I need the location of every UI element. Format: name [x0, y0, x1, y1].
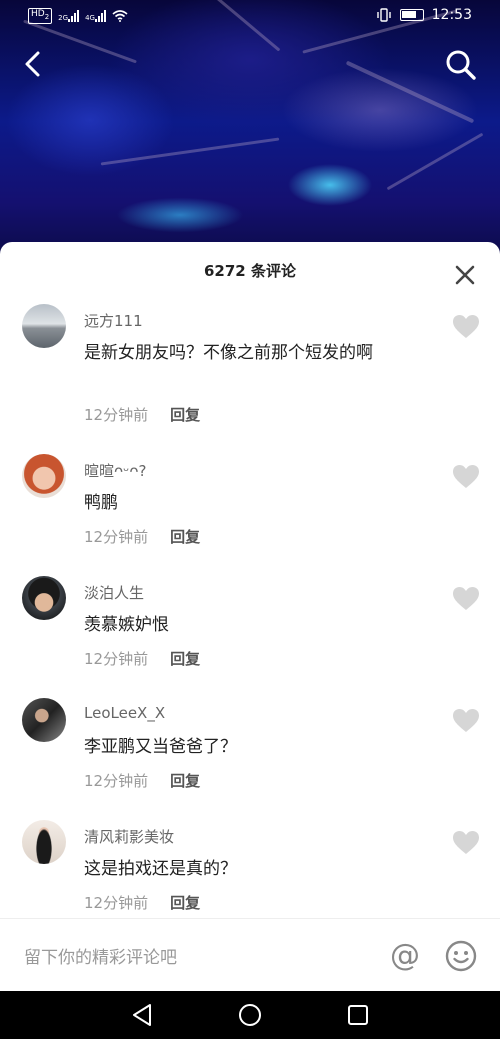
status-bar: HD2 2G 4G 12:53: [0, 0, 500, 34]
comment-meta: 12分钟前 回复: [84, 770, 200, 791]
comment-item: LeoLeeX_X 李亚鹏又当爸爸了？ 12分钟前 回复: [0, 698, 500, 820]
comment-username[interactable]: 远方111: [84, 310, 143, 331]
reply-button[interactable]: 回复: [170, 650, 200, 668]
comment-username[interactable]: 暄暄ᴖᵕᴖ?: [84, 460, 147, 481]
comment-time: 12分钟前: [84, 406, 149, 424]
smiley-icon: [445, 940, 477, 972]
close-button[interactable]: [454, 264, 476, 286]
chevron-left-icon: [25, 51, 40, 77]
comment-meta: 12分钟前 回复: [84, 892, 200, 913]
comment-input-bar: 留下你的精彩评论吧 @: [0, 918, 500, 991]
tree-branch: [100, 137, 280, 166]
comment-item: 淡泊人生 羡慕嫉妒恨 12分钟前 回复: [0, 576, 500, 698]
comment-username[interactable]: LeoLeeX_X: [84, 704, 165, 722]
reply-button[interactable]: 回复: [170, 772, 200, 790]
wifi-icon: [112, 10, 128, 22]
comment-meta: 12分钟前 回复: [84, 526, 200, 547]
comment-username[interactable]: 淡泊人生: [84, 582, 144, 603]
close-icon: [455, 265, 475, 285]
avatar[interactable]: [22, 304, 66, 348]
comment-meta: 12分钟前 回复: [84, 404, 200, 425]
comments-count-title: 6272 条评论: [204, 262, 296, 280]
signal-icon: 4G: [85, 9, 106, 22]
hd-badge: HD2: [28, 8, 53, 24]
heart-icon[interactable]: [452, 464, 480, 490]
comment-text: 这是拍戏还是真的？: [84, 859, 237, 879]
mention-button[interactable]: @: [388, 939, 422, 973]
nav-back-button[interactable]: [126, 999, 158, 1031]
avatar[interactable]: [22, 576, 66, 620]
nav-home-button[interactable]: [234, 999, 266, 1031]
comment-text: 鸭鹏: [84, 493, 118, 513]
signal-icon: 2G: [58, 9, 80, 22]
comment-text: 羡慕嫉妒恨: [84, 615, 169, 635]
tree-branch: [386, 132, 484, 191]
emoji-button[interactable]: [444, 939, 478, 973]
avatar[interactable]: [22, 820, 66, 864]
search-icon: [446, 50, 476, 80]
at-icon: @: [390, 938, 420, 973]
clock: 12:53: [431, 7, 472, 23]
reply-button[interactable]: 回复: [170, 528, 200, 546]
avatar[interactable]: [22, 454, 66, 498]
comment-time: 12分钟前: [84, 772, 149, 790]
comment-item: 远方111 是新女朋友吗？不像之前那个短发的啊 12分钟前 回复: [0, 304, 500, 426]
comment-text: 李亚鹏又当爸爸了？: [84, 737, 237, 757]
heart-icon[interactable]: [452, 586, 480, 612]
comment-text: 是新女朋友吗？不像之前那个短发的啊: [84, 343, 373, 363]
system-navigation-bar: [0, 991, 500, 1039]
circle-home-icon: [239, 1004, 261, 1026]
reply-button[interactable]: 回复: [170, 406, 200, 424]
comments-panel: 6272 条评论 远方111 是新女朋友吗？不像之前那个短发的啊 12分钟前 回复…: [0, 242, 500, 991]
nav-recent-button[interactable]: [342, 999, 374, 1031]
comment-time: 12分钟前: [84, 650, 149, 668]
avatar[interactable]: [22, 698, 66, 742]
reply-button[interactable]: 回复: [170, 894, 200, 912]
heart-icon[interactable]: [452, 830, 480, 856]
square-recent-icon: [348, 1005, 368, 1025]
vibrate-icon: [376, 8, 391, 22]
battery-icon: [399, 9, 424, 21]
heart-icon[interactable]: [452, 708, 480, 734]
video-background[interactable]: [0, 0, 500, 270]
comment-username[interactable]: 清风莉影美妆: [84, 826, 174, 847]
comment-time: 12分钟前: [84, 894, 149, 912]
triangle-back-icon: [133, 1004, 151, 1026]
comment-input[interactable]: 留下你的精彩评论吧: [24, 943, 177, 968]
heart-icon[interactable]: [452, 314, 480, 340]
comment-time: 12分钟前: [84, 528, 149, 546]
search-button[interactable]: [444, 48, 478, 82]
back-button[interactable]: [18, 48, 50, 80]
comment-item: 暄暄ᴖᵕᴖ? 鸭鹏 12分钟前 回复: [0, 454, 500, 576]
comment-meta: 12分钟前 回复: [84, 648, 200, 669]
